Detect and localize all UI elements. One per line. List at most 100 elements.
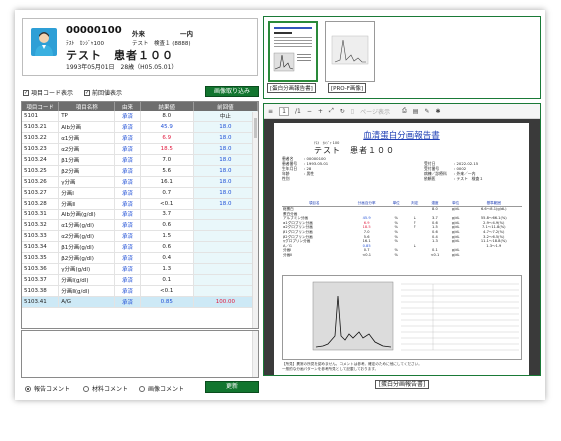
cell-previous: 18.0 — [193, 143, 258, 156]
menu-icon[interactable]: ≡ — [268, 108, 273, 115]
table-row[interactable]: 5103.28 分画Ⅱ 承済 <0.1 18.0 — [22, 198, 258, 210]
cell-result: 0.6 — [140, 219, 194, 232]
table-row[interactable]: 5103.23 α2分画 承済 18.5 18.0 — [22, 143, 258, 156]
col-header[interactable]: 結果値 — [140, 102, 194, 111]
rotate-icon[interactable]: ↻ — [340, 108, 345, 115]
table-row[interactable]: 5103.38 分画Ⅱ(g/dl) 承済 <0.1 — [22, 285, 258, 297]
update-button[interactable]: 更新 — [205, 381, 259, 393]
cell-name: 分画Ⅱ(g/dl) — [58, 285, 116, 297]
table-row[interactable]: 5103.32 α1分画(g/dl) 承済 0.6 — [22, 219, 258, 232]
show-prev-checkbox[interactable]: ✓ 前回値表示 — [84, 88, 122, 97]
cell-result: 1.3 — [140, 263, 194, 275]
doc-cell — [466, 253, 522, 258]
radio-image-comment[interactable]: 画像コメント — [139, 384, 184, 393]
col-header[interactable]: 項目名称 — [58, 102, 116, 111]
table-row[interactable]: 5103.36 γ分画(g/dl) 承済 1.3 — [22, 263, 258, 275]
cell-name: β2分画(g/dl) — [58, 252, 116, 264]
import-image-button[interactable]: 画像取り込み — [205, 86, 259, 97]
doc-cell: g/dL — [451, 252, 460, 257]
page-view-icon[interactable]: ▯ — [351, 108, 354, 115]
patient-kana: ﾃｽﾄ ｶﾝｼﾞｬ100 — [66, 41, 104, 47]
table-row[interactable]: 5103.25 β2分画 承済 5.6 18.0 — [22, 165, 258, 177]
show-code-checkbox[interactable]: ✓ 項目コード表示 — [23, 88, 73, 97]
comment-textarea[interactable] — [21, 330, 259, 378]
cell-result: 0.6 — [140, 241, 194, 254]
pin-icon[interactable]: ✱ — [436, 108, 441, 115]
patient-name: テスト 患者１００ — [66, 49, 174, 62]
cell-result: 18.5 — [140, 143, 194, 156]
cell-code: 5103.22 — [22, 132, 60, 145]
cell-previous — [193, 230, 258, 243]
patient-kind: 外来 — [132, 30, 145, 38]
col-header[interactable]: 前回値 — [193, 102, 258, 111]
thumbnail-report[interactable] — [268, 21, 318, 82]
cell-previous: 18.0 — [193, 154, 258, 166]
cell-code: 5103.27 — [22, 187, 60, 199]
thumbnail-pro-f[interactable] — [325, 21, 375, 82]
table-row[interactable]: 5103.22 α1分画 承済 6.9 18.0 — [22, 132, 258, 145]
cell-name: Alb分画(g/dl) — [58, 209, 116, 221]
cell-source: 承済 — [114, 111, 141, 123]
note-line: 一般的な分画パターンを参考所見として記載しております。 — [282, 367, 379, 371]
cell-name: 分画Ⅰ — [58, 187, 116, 199]
viewer-caption: [蛋白分画報告書] — [263, 379, 541, 389]
table-row[interactable]: 5103.24 β1分画 承済 7.0 18.0 — [22, 154, 258, 166]
radio-report-comment[interactable]: 報告コメント — [25, 384, 70, 393]
page-view-label[interactable]: ページ表示 — [360, 107, 390, 116]
annotate-icon[interactable]: ✎ — [424, 108, 429, 115]
table-row[interactable]: 5103.37 分画Ⅰ(g/dl) 承済 0.1 — [22, 274, 258, 286]
cell-previous: 18.0 — [193, 198, 258, 210]
cell-name: TP — [58, 111, 116, 123]
scrollbar-thumb[interactable] — [254, 118, 257, 138]
cell-result: 3.7 — [140, 209, 194, 221]
cell-source: 承済 — [114, 132, 141, 145]
cell-name: γ分画 — [58, 176, 116, 188]
cell-source: 承済 — [114, 165, 141, 177]
cell-previous — [193, 274, 258, 286]
table-header: 項目コード 項目名称 由来 結果値 前回値 — [22, 102, 258, 111]
pro-f-preview-icon — [331, 35, 369, 65]
table-row[interactable]: 5103.33 α2分画(g/dl) 承済 1.5 — [22, 230, 258, 243]
table-row[interactable]: 5103.34 β1分画(g/dl) 承済 0.6 — [22, 241, 258, 254]
patient-card: 00000100 外来 一内 ﾃｽﾄ ｶﾝｼﾞｬ100 テスト 検査１ (888… — [22, 18, 258, 76]
table-row[interactable]: 5101 TP 承済 8.0 中止 — [22, 111, 258, 123]
table-row[interactable]: 5103.26 γ分画 承済 16.1 18.0 — [22, 176, 258, 188]
cell-result: 7.0 — [140, 154, 194, 166]
save-icon[interactable]: ▤ — [413, 108, 419, 115]
table-scrollbar[interactable] — [252, 112, 258, 328]
col-header[interactable]: 項目コード — [22, 102, 60, 111]
cell-previous — [193, 241, 258, 254]
cell-previous: 18.0 — [193, 121, 258, 134]
cell-source: 承済 — [114, 263, 141, 275]
cell-code: 5103.25 — [22, 165, 60, 177]
document-title: 血清蛋白分画報告書 — [363, 131, 440, 141]
doc-cell: % — [394, 252, 398, 257]
zoom-in-icon[interactable]: + — [318, 108, 323, 115]
cell-previous: 100.00 — [193, 296, 258, 308]
zoom-out-icon[interactable]: − — [307, 108, 312, 115]
cell-name: 分画Ⅱ — [58, 198, 116, 210]
electrophoresis-panel — [282, 275, 522, 360]
comment-scrollbar[interactable] — [252, 331, 258, 377]
page-number-input[interactable]: 1 — [279, 106, 290, 116]
col-header[interactable]: 由来 — [114, 102, 141, 111]
table-row[interactable]: 5103.41 A/G 承済 0.85 100.00 — [22, 296, 258, 308]
table-row[interactable]: 5103.21 Alb分画 承済 45.9 18.0 — [22, 121, 258, 134]
radio-material-comment[interactable]: 材料コメント — [83, 384, 128, 393]
cell-source: 承済 — [114, 241, 141, 254]
print-icon[interactable]: ⎙ — [402, 107, 407, 115]
cell-name: α2分画 — [58, 143, 116, 156]
patient-id: 00000100 — [66, 25, 122, 36]
cell-source: 承済 — [114, 143, 141, 156]
cell-previous — [193, 209, 258, 221]
cell-name: γ分画(g/dl) — [58, 263, 116, 275]
table-row[interactable]: 5103.31 Alb分画(g/dl) 承済 3.7 — [22, 209, 258, 221]
patient-dept: テスト 検査１ (8888) — [132, 41, 191, 47]
fit-page-icon[interactable]: ⤢ — [329, 107, 334, 115]
cell-result: <0.1 — [140, 198, 194, 210]
cell-result: 16.1 — [140, 176, 194, 188]
table-row[interactable]: 5103.27 分画Ⅰ 承済 0.7 18.0 — [22, 187, 258, 199]
cell-source: 承済 — [114, 154, 141, 166]
table-row[interactable]: 5103.35 β2分画(g/dl) 承済 0.4 — [22, 252, 258, 264]
cell-previous: 18.0 — [193, 187, 258, 199]
